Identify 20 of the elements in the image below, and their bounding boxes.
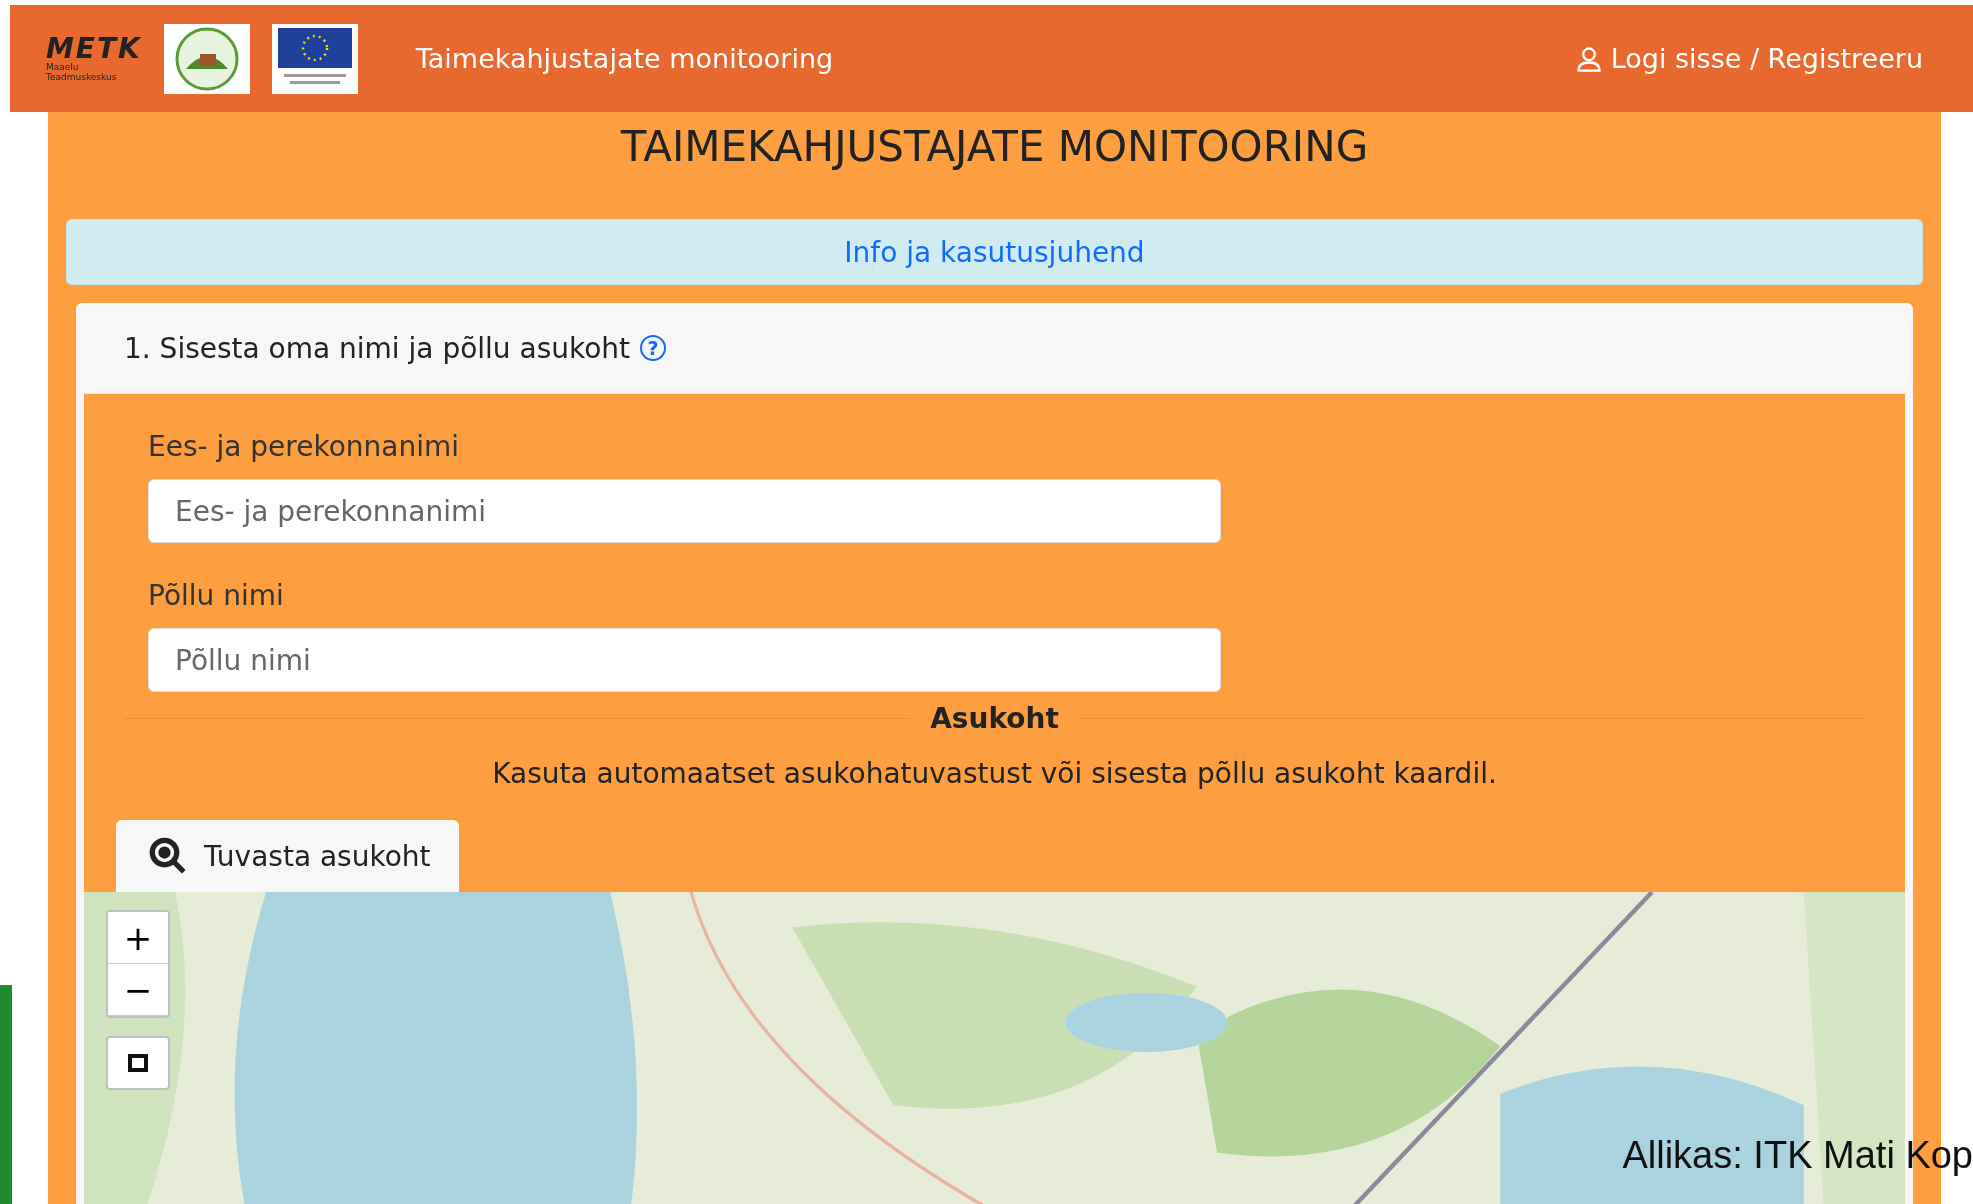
user-icon xyxy=(1574,44,1603,73)
logo-text: METK xyxy=(46,34,142,63)
section-heading: Asukoht xyxy=(930,702,1059,735)
site-title: Taimekahjustajate monitooring xyxy=(415,43,835,74)
field-label: Põllu nimi xyxy=(148,579,285,612)
input-field[interactable]: Ees- ja perekonnanimi xyxy=(148,479,1221,543)
field-label: Ees- ja perekonnanimi xyxy=(148,430,461,463)
zoom-in-button[interactable]: + xyxy=(108,912,168,964)
card-title: 1. Sisesta oma nimi ja põllu asukoht xyxy=(124,331,631,365)
flag-icon xyxy=(271,23,358,94)
draw-square-button[interactable] xyxy=(106,1036,170,1090)
input-field[interactable]: Põllu nimi xyxy=(148,628,1221,692)
locate-button[interactable]: Tuvasta asukoht xyxy=(116,820,459,892)
square-icon xyxy=(128,1054,148,1072)
help-icon[interactable]: ? xyxy=(640,335,667,361)
logo-subtitle: Maaelu Teadmuskeskus xyxy=(46,62,118,83)
page-title: TAIMEKAHJUSTAJATE MONITOORING xyxy=(619,122,1370,171)
instruction-text: Kasuta automaatset asukohatuvastust või sisesta põllu asukoht kaardil. xyxy=(491,757,1498,790)
info-bar[interactable]: Info ja kasutusjuhend xyxy=(66,219,1923,285)
emblem-icon xyxy=(163,23,250,94)
